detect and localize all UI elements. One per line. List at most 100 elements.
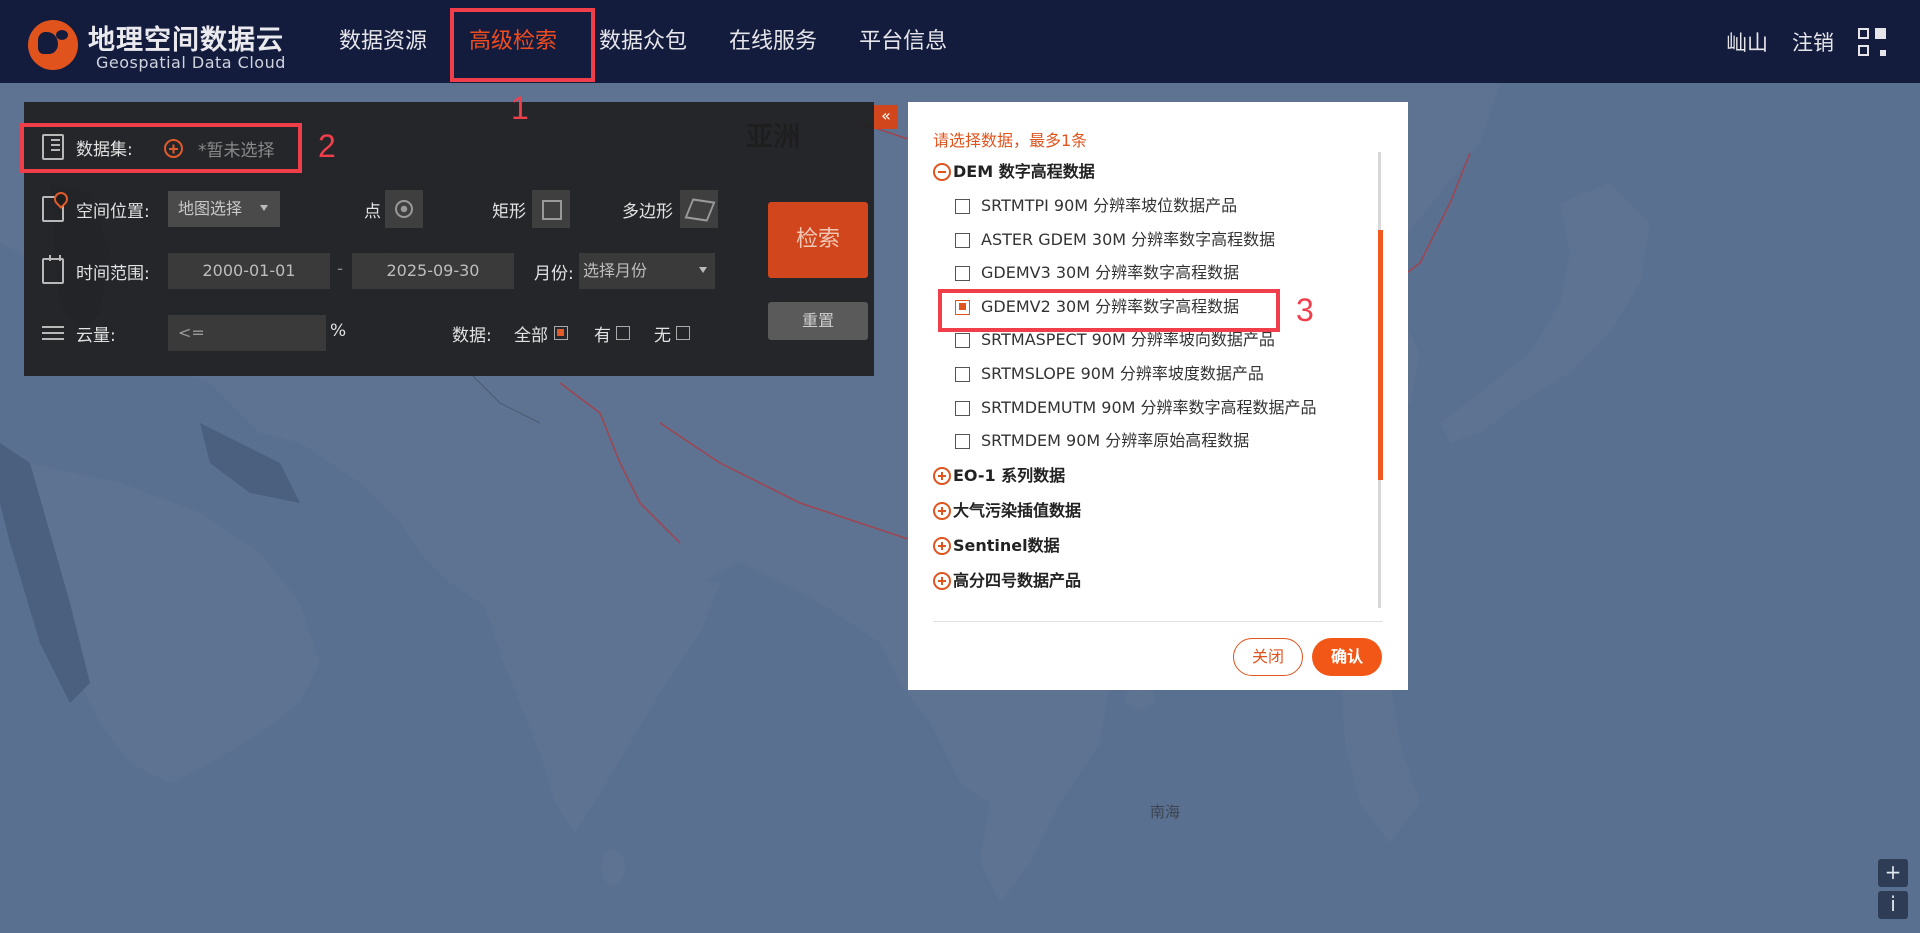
cloud-cover-icon (42, 320, 64, 346)
point-tool-button[interactable] (385, 190, 423, 228)
tree-item-label: SRTMTPI 90M 分辨率坡位数据产品 (981, 196, 1238, 215)
search-button[interactable]: 检索 (768, 202, 868, 278)
collapse-panel-button[interactable]: « (874, 105, 898, 129)
cloud-row: 云量: <= % 数据: 全部 有 无 (24, 313, 874, 353)
start-date-input[interactable]: 2000-01-01 (168, 253, 330, 289)
annotation-number-3: 3 (1296, 292, 1314, 328)
tree-group-air-pollution[interactable]: 大气污染插值数据 (933, 493, 1373, 528)
nav-item-online-services[interactable]: 在线服务 (708, 0, 838, 83)
hainan (1125, 687, 1155, 709)
tree-group-sentinel[interactable]: Sentinel数据 (933, 528, 1373, 563)
tree-item[interactable]: GDEMV3 30M 分辨率数字高程数据 (933, 256, 1373, 290)
tree-group-gf4[interactable]: 高分四号数据产品 (933, 563, 1373, 598)
dataset-tree: DEM 数字高程数据 SRTMTPI 90M 分辨率坡位数据产品 ASTER G… (933, 154, 1373, 598)
tree-item-label: GDEMV3 30M 分辨率数字高程数据 (981, 263, 1240, 283)
sri-lanka (601, 849, 625, 885)
polygon-label: 多边形 (622, 202, 673, 222)
close-button[interactable]: 关闭 (1233, 638, 1303, 676)
annotation-number-2: 2 (318, 128, 336, 164)
dataset-checkbox[interactable] (955, 333, 970, 349)
date-separator: - (337, 259, 344, 279)
map-controls: + i (1878, 859, 1910, 923)
data-option-yes-label: 有 (594, 326, 611, 346)
japan (1440, 183, 1650, 443)
map-label-south-sea: 南海 (1150, 803, 1181, 821)
month-label: 月份: (534, 264, 574, 284)
tree-item[interactable]: SRTMSLOPE 90M 分辨率坡度数据产品 (933, 357, 1373, 391)
tree-group-dem[interactable]: DEM 数字高程数据 (933, 154, 1373, 189)
cloud-unit: % (330, 321, 347, 341)
rect-tool-button[interactable] (532, 190, 570, 228)
tree-item-label: SRTMASPECT 90M 分辨率坡向数据产品 (981, 330, 1275, 350)
data-option-all-label: 全部 (514, 326, 548, 346)
time-label: 时间范围: (76, 264, 150, 284)
divider (933, 621, 1383, 622)
cloud-label: 云量: (76, 326, 116, 346)
location-select[interactable]: 地图选择 (168, 191, 280, 227)
scrollbar-thumb[interactable] (1378, 230, 1383, 480)
collapse-minus-icon[interactable] (933, 163, 951, 181)
calendar-icon (42, 255, 64, 284)
expand-plus-icon[interactable] (933, 501, 951, 520)
nav-item-data-resources[interactable]: 数据资源 (318, 0, 448, 83)
logo-title-cn: 地理空间数据云 (88, 25, 284, 56)
tree-group-label: DEM 数字高程数据 (953, 162, 1095, 181)
tree-item-label: ASTER GDEM 30M 分辨率数字高程数据 (981, 229, 1276, 249)
qr-code-icon[interactable] (1858, 27, 1886, 56)
location-label: 空间位置: (76, 202, 150, 222)
top-header: 地理空间数据云 Geospatial Data Cloud 数据资源 高级检索 … (0, 0, 1920, 83)
expand-plus-icon[interactable] (933, 466, 951, 485)
dataset-checkbox[interactable] (955, 266, 970, 282)
data-option-yes-checkbox[interactable] (616, 326, 630, 340)
annotation-box-3 (938, 289, 1280, 332)
dataset-checkbox[interactable] (955, 199, 970, 214)
tree-item[interactable]: SRTMDEMUTM 90M 分辨率数字高程数据产品 (933, 391, 1373, 425)
dataset-selection-dialog: 请选择数据，最多1条 DEM 数字高程数据 SRTMTPI 90M 分辨率坡位数… (908, 102, 1408, 690)
data-option-no-checkbox[interactable] (676, 326, 690, 340)
info-button[interactable]: i (1878, 891, 1908, 919)
end-date-input[interactable]: 2025-09-30 (352, 253, 514, 289)
time-row: 时间范围: 2000-01-01 - 2025-09-30 月份: 选择月份 (24, 251, 874, 291)
site-logo[interactable]: 地理空间数据云 Geospatial Data Cloud (28, 18, 290, 72)
nav-item-crowdsourcing[interactable]: 数据众包 (578, 0, 708, 83)
confirm-button[interactable]: 确认 (1312, 638, 1382, 676)
data-option-no-label: 无 (654, 326, 671, 346)
tree-item[interactable]: SRTMTPI 90M 分辨率坡位数据产品 (933, 189, 1373, 223)
cloud-input[interactable]: <= (168, 315, 326, 351)
tree-item-label: SRTMDEMUTM 90M 分辨率数字高程数据产品 (981, 397, 1317, 417)
tree-group-label: 高分四号数据产品 (953, 570, 1082, 590)
tree-item[interactable]: SRTMDEM 90M 分辨率原始高程数据 (933, 424, 1373, 458)
rect-label: 矩形 (492, 202, 526, 222)
data-label: 数据: (452, 326, 492, 346)
annotation-box-2 (20, 123, 302, 173)
tree-item[interactable]: ASTER GDEM 30M 分辨率数字高程数据 (933, 223, 1373, 257)
selection-hint: 请选择数据，最多1条 (933, 131, 1088, 150)
logout-link[interactable]: 注销 (1792, 27, 1834, 57)
dataset-checkbox[interactable] (955, 400, 970, 416)
location-select-value: 地图选择 (178, 199, 243, 218)
annotation-number-1: 1 (511, 90, 529, 126)
user-name-link[interactable]: 屾山 (1726, 27, 1768, 57)
month-select[interactable]: 选择月份 (579, 253, 715, 289)
dataset-checkbox[interactable] (955, 434, 970, 450)
logo-title-en: Geospatial Data Cloud (96, 53, 286, 72)
globe-logo-icon (28, 20, 78, 70)
expand-plus-icon[interactable] (933, 536, 951, 555)
reset-button[interactable]: 重置 (768, 302, 868, 340)
main-nav: 数据资源 高级检索 数据众包 在线服务 平台信息 (318, 0, 968, 83)
tree-group-label: Sentinel数据 (953, 535, 1060, 555)
dataset-checkbox[interactable] (955, 232, 970, 248)
tree-item-label: SRTMDEM 90M 分辨率原始高程数据 (981, 431, 1250, 451)
month-select-value: 选择月份 (583, 261, 648, 280)
tree-group-eo1[interactable]: EO-1 系列数据 (933, 458, 1373, 493)
nav-item-platform-info[interactable]: 平台信息 (838, 0, 968, 83)
expand-plus-icon[interactable] (933, 571, 951, 590)
tree-group-label: 大气污染插值数据 (953, 500, 1082, 520)
dataset-checkbox[interactable] (955, 366, 970, 382)
zoom-in-button[interactable]: + (1878, 859, 1908, 887)
chevron-down-icon (260, 205, 268, 211)
location-pin-icon (42, 196, 64, 222)
data-option-all-checkbox[interactable] (554, 326, 568, 340)
chevron-down-icon (699, 267, 707, 273)
polygon-tool-button[interactable] (680, 190, 718, 228)
